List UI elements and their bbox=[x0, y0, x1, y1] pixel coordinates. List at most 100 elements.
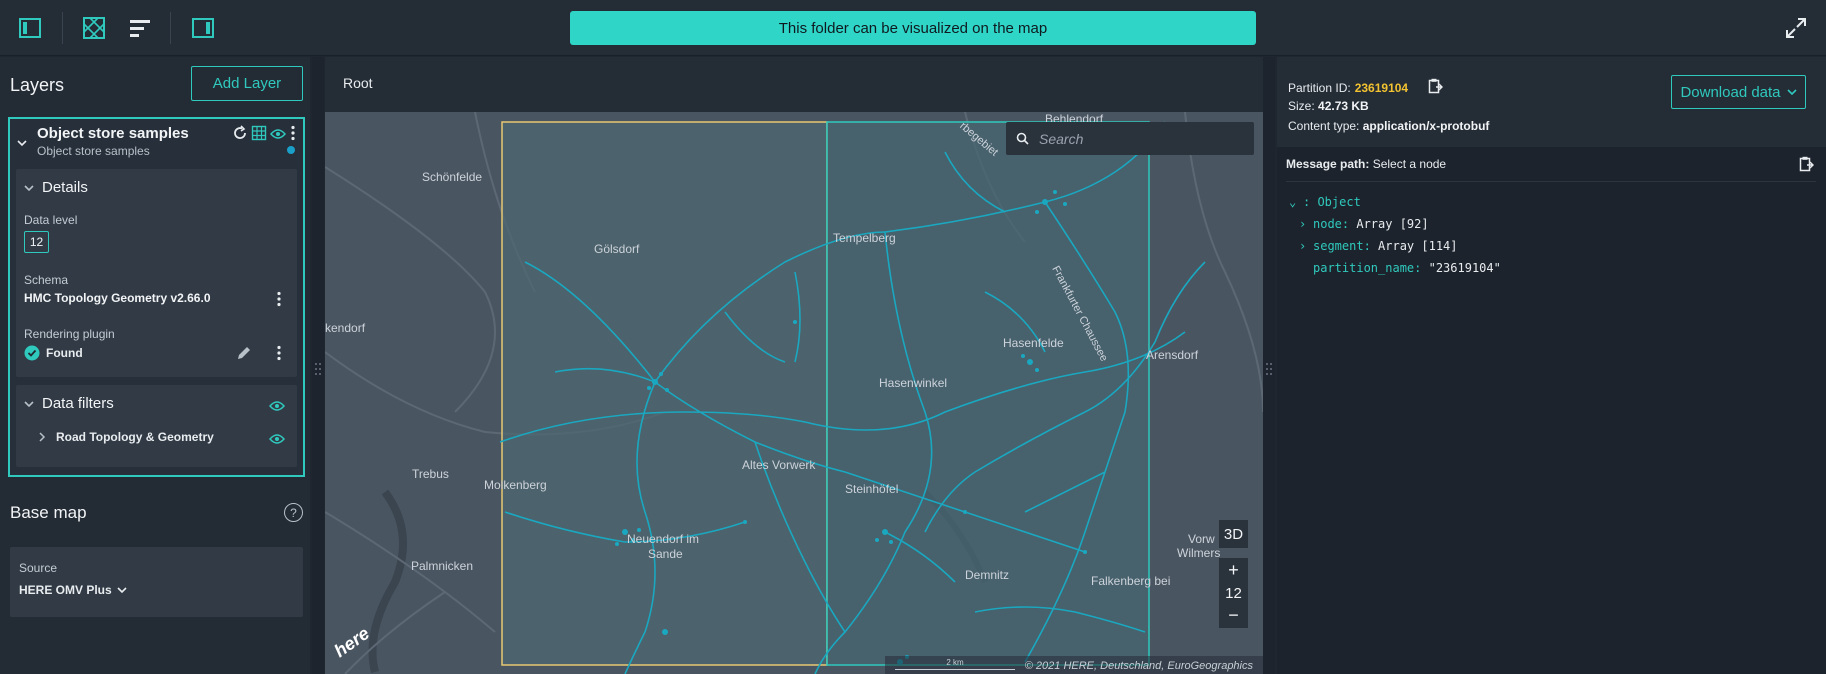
place-label: Wilmers bbox=[1177, 546, 1221, 560]
tree-node-partition-name[interactable]: partition_name: "23619104" bbox=[1289, 257, 1501, 279]
check-circle-icon bbox=[24, 345, 40, 361]
zoom-in-button[interactable]: + bbox=[1219, 558, 1248, 583]
tree-root[interactable]: ⌄: Object bbox=[1289, 191, 1501, 213]
add-layer-button[interactable]: Add Layer bbox=[191, 66, 303, 101]
fullscreen-icon[interactable] bbox=[1784, 16, 1808, 40]
place-label: Hasenwinkel bbox=[879, 376, 948, 390]
layer-title: Object store samples bbox=[37, 125, 189, 142]
data-level-label: Data level bbox=[24, 213, 78, 227]
refresh-icon[interactable] bbox=[232, 125, 248, 146]
details-section: Details Data level 12 Schema HMC Topolog… bbox=[16, 169, 297, 377]
map-grid-icon[interactable] bbox=[80, 14, 108, 42]
place-label: Falkenberg bei bbox=[1091, 574, 1171, 588]
more-icon[interactable] bbox=[275, 291, 287, 307]
source-value: HERE OMV Plus bbox=[19, 583, 112, 597]
basemap-source: Source HERE OMV Plus bbox=[10, 547, 303, 617]
tree-node-segment[interactable]: › segment: Array [114] bbox=[1289, 235, 1501, 257]
size-value: 42.73 KB bbox=[1318, 99, 1369, 113]
map-scale: 2 km bbox=[895, 658, 1015, 670]
place-label: kendorf bbox=[325, 321, 366, 335]
source-select[interactable]: HERE OMV Plus bbox=[19, 583, 127, 597]
map-copyright: © 2021 HERE, Deutschland, EuroGeographic… bbox=[1024, 660, 1253, 672]
eye-icon[interactable] bbox=[270, 127, 286, 145]
pencil-icon[interactable] bbox=[236, 345, 252, 366]
map-area: Root Schönfelde Gölsdorf Tempelberg Behl… bbox=[325, 57, 1263, 674]
place-label: Schönfelde bbox=[422, 170, 483, 184]
filters-heading: Data filters bbox=[42, 395, 114, 412]
place-label: Sande bbox=[648, 547, 683, 561]
grid-icon[interactable] bbox=[251, 125, 267, 146]
filter-item-label: Road Topology & Geometry bbox=[56, 430, 214, 444]
content-type-value: application/x-protobuf bbox=[1362, 119, 1490, 133]
toggle-3d-button[interactable]: 3D bbox=[1219, 520, 1248, 548]
inspector-panel: Partition ID: 23619104 Size: 42.73 KB Co… bbox=[1277, 57, 1826, 674]
clipboard-icon[interactable] bbox=[1428, 78, 1444, 97]
breadcrumb[interactable]: Root bbox=[343, 75, 373, 91]
layer-card[interactable]: Object store samples Object store sample… bbox=[8, 117, 305, 477]
download-data-button[interactable]: Download data bbox=[1671, 75, 1806, 109]
partition-label: Partition ID: bbox=[1288, 80, 1351, 95]
visualize-banner[interactable]: This folder can be visualized on the map bbox=[570, 11, 1256, 45]
search-placeholder: Search bbox=[1039, 130, 1084, 147]
schema-label: Schema bbox=[24, 273, 69, 287]
top-bar: This folder can be visualized on the map bbox=[0, 0, 1826, 56]
place-label: Demnitz bbox=[965, 568, 1010, 582]
status-dot bbox=[287, 146, 295, 154]
place-label: Neuendorf im bbox=[627, 532, 700, 546]
filter-item[interactable]: Road Topology & Geometry bbox=[38, 430, 214, 444]
place-label: Hasenfelde bbox=[1003, 336, 1064, 350]
plugin-value: Found bbox=[46, 346, 83, 360]
filters-section: Data filters Road Topology & Geometry bbox=[16, 385, 297, 467]
details-header[interactable]: Details bbox=[24, 179, 88, 196]
clipboard-icon[interactable] bbox=[1799, 156, 1814, 177]
more-icon[interactable] bbox=[275, 345, 287, 361]
map-canvas[interactable]: Schönfelde Gölsdorf Tempelberg Behlendor… bbox=[325, 112, 1263, 674]
plugin-label: Rendering plugin bbox=[24, 327, 115, 341]
layers-panel: Layers Add Layer Object store samples Ob… bbox=[0, 57, 310, 674]
chevron-down-icon bbox=[24, 400, 34, 407]
place-label: Palmnicken bbox=[411, 559, 474, 573]
eye-icon[interactable] bbox=[269, 399, 285, 417]
chevron-down-icon bbox=[1786, 89, 1797, 96]
map-search-input[interactable]: Search bbox=[1006, 122, 1254, 155]
place-label: Steinhöfel bbox=[845, 482, 899, 496]
place-label: Trebus bbox=[412, 467, 449, 481]
more-icon[interactable] bbox=[289, 125, 297, 146]
place-label: Arensdorf bbox=[1146, 348, 1199, 362]
list-icon[interactable] bbox=[126, 14, 154, 42]
zoom-out-button[interactable]: − bbox=[1219, 603, 1248, 628]
place-label: Altes Vorwerk bbox=[742, 458, 816, 472]
chevron-down-icon bbox=[117, 587, 127, 594]
chevron-right-icon bbox=[39, 432, 46, 442]
message-path: Message path: Select a node bbox=[1286, 157, 1447, 171]
chevron-down-icon bbox=[24, 184, 34, 191]
filters-header[interactable]: Data filters bbox=[24, 395, 114, 412]
search-icon bbox=[1016, 132, 1029, 145]
right-splitter[interactable] bbox=[1263, 57, 1275, 674]
data-level-value[interactable]: 12 bbox=[24, 231, 49, 253]
size-row: Size: 42.73 KB bbox=[1288, 99, 1369, 113]
tree-node-node[interactable]: › node: Array [92] bbox=[1289, 213, 1501, 235]
details-heading: Details bbox=[42, 179, 88, 196]
chevron-down-icon[interactable] bbox=[17, 135, 27, 147]
layer-subtitle: Object store samples bbox=[37, 144, 150, 158]
help-icon[interactable]: ? bbox=[284, 503, 303, 522]
content-type-row: Content type: application/x-protobuf bbox=[1288, 119, 1490, 133]
source-label: Source bbox=[19, 561, 58, 575]
message-path-value: Select a node bbox=[1372, 157, 1447, 171]
place-label: Tempelberg bbox=[833, 231, 896, 245]
eye-icon[interactable] bbox=[269, 432, 285, 450]
partition-id: 23619104 bbox=[1354, 80, 1409, 95]
layers-title: Layers bbox=[10, 75, 65, 95]
sidebar-left-icon[interactable] bbox=[16, 14, 44, 42]
zoom-level: 12 bbox=[1219, 583, 1248, 603]
sidebar-right-icon[interactable] bbox=[189, 14, 217, 42]
message-tree: ⌄: Object › node: Array [92] › segment: Ar… bbox=[1289, 191, 1501, 279]
place-label: Vorw bbox=[1188, 532, 1215, 546]
left-splitter[interactable] bbox=[312, 57, 324, 674]
place-label: Molkenberg bbox=[484, 478, 547, 492]
place-label: Gölsdorf bbox=[594, 242, 640, 256]
basemap-title: Base map bbox=[10, 503, 87, 522]
partition-row: Partition ID: 23619104 bbox=[1288, 78, 1444, 97]
schema-value: HMC Topology Geometry v2.66.0 bbox=[24, 291, 211, 305]
